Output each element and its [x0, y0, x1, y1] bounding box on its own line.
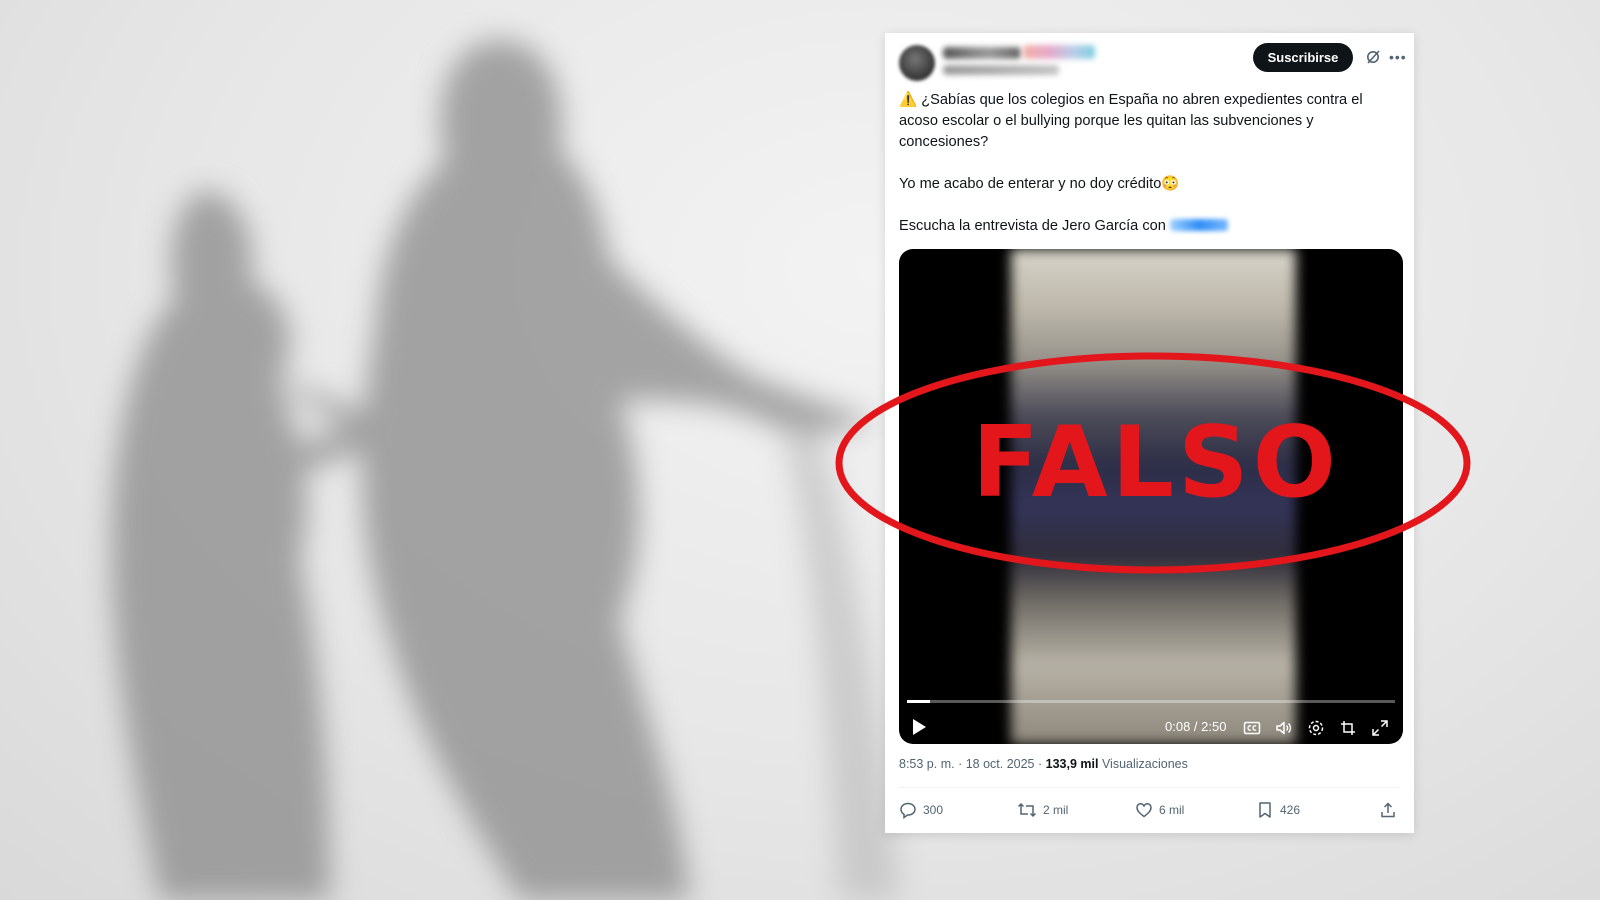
views-label: Visualizaciones — [1101, 757, 1188, 771]
fullscreen-icon[interactable] — [1371, 719, 1389, 737]
tweet-paragraph-1: ⚠️ ¿Sabías que los colegios en España no… — [899, 92, 1363, 150]
reply-icon — [900, 802, 916, 819]
reply-button[interactable]: 300 — [899, 795, 943, 825]
video-progress-fill — [907, 700, 930, 703]
divider — [899, 787, 1399, 788]
tweet-actions: 300 2 mil 6 mil 426 — [899, 795, 1399, 825]
tweet-text: ⚠️ ¿Sabías que los colegios en España no… — [899, 90, 1399, 237]
settings-icon[interactable] — [1307, 719, 1325, 737]
blurred-author-name — [943, 47, 1021, 59]
stamp-text: FALSO — [972, 406, 1340, 520]
falso-stamp: FALSO — [832, 350, 1474, 576]
tweet-time[interactable]: 8:53 p. m. — [899, 757, 955, 771]
subscribe-button[interactable]: Suscribirse — [1253, 43, 1353, 72]
tweet-paragraph-2: Yo me acabo de enterar y no doy crédito😳 — [899, 176, 1180, 192]
tweet-paragraph-3: Escucha la entrevista de Jero García con — [899, 216, 1399, 237]
bookmark-icon — [1259, 802, 1271, 818]
repost-count: 2 mil — [1043, 803, 1069, 817]
avatar[interactable] — [899, 45, 935, 81]
video-time-label: 0:08 / 2:50 — [1165, 719, 1227, 734]
share-button[interactable] — [1379, 795, 1403, 825]
reply-count: 300 — [923, 803, 944, 817]
warning-icon: ⚠️ — [899, 92, 918, 108]
play-icon[interactable] — [911, 718, 927, 736]
video-progress-bar[interactable] — [907, 700, 1395, 703]
like-button[interactable]: 6 mil — [1135, 795, 1184, 825]
tweet-header: Suscribirse ••• — [899, 43, 1406, 83]
like-count: 6 mil — [1159, 803, 1185, 817]
repost-icon — [1017, 802, 1037, 818]
more-icon[interactable]: ••• — [1389, 49, 1407, 65]
bookmark-count: 426 — [1280, 803, 1301, 817]
blurred-mention-link[interactable] — [1169, 219, 1228, 231]
repost-button[interactable]: 2 mil — [1017, 795, 1068, 825]
bookmark-button[interactable]: 426 — [1256, 795, 1300, 825]
tweet-meta: 8:53 p. m. · 18 oct. 2025 · 133,9 mil Vi… — [899, 757, 1188, 771]
captions-icon[interactable] — [1243, 719, 1261, 737]
grok-icon[interactable] — [1365, 49, 1381, 65]
blurred-author-handle — [943, 65, 1059, 75]
tweet-date[interactable]: 18 oct. 2025 — [966, 757, 1035, 771]
share-icon — [1381, 802, 1395, 818]
blurred-badges — [1023, 45, 1095, 59]
volume-icon[interactable] — [1275, 719, 1293, 737]
views-count: 133,9 mil — [1045, 757, 1099, 771]
pip-icon[interactable] — [1339, 719, 1357, 737]
like-icon — [1136, 803, 1152, 818]
